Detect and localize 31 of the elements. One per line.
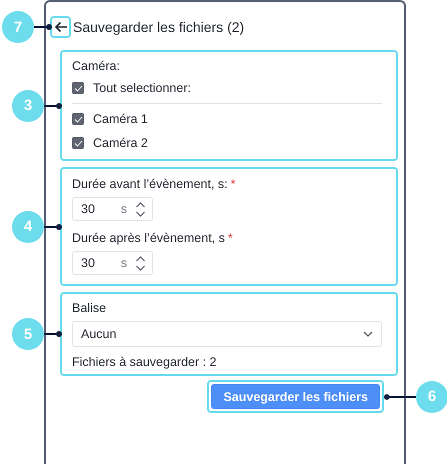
dialog-title: Sauvegarder les fichiers (2) (73, 19, 244, 35)
callout-badge: 3 (12, 90, 44, 122)
leader-line (44, 102, 62, 108)
leader-line (44, 224, 62, 230)
leader-line (34, 24, 52, 30)
checkbox-label: Caméra 2 (93, 135, 148, 151)
chevron-down-icon (363, 331, 373, 337)
section-label: Caméra: (72, 58, 121, 74)
unit-label: s (120, 256, 127, 270)
checkbox-label: Tout selectionner: (93, 80, 191, 96)
callout-badge: 6 (416, 380, 447, 412)
field-label: Durée avant l’évènement, s: * (72, 176, 237, 192)
callout-badge: 4 (12, 210, 44, 242)
files-count-text: Fichiers à sauvegarder : 2 (72, 354, 218, 370)
number-field[interactable]: 30 s (72, 251, 153, 275)
unit-label: s (120, 202, 127, 216)
leader-line (384, 394, 416, 400)
leader-line (44, 331, 62, 337)
callout-badge: 7 (2, 11, 34, 43)
checkbox-label: Caméra 1 (93, 111, 148, 127)
dropdown-field[interactable]: Aucun (72, 321, 382, 347)
field-label: Balise (72, 300, 108, 316)
checkbox[interactable] (72, 113, 84, 125)
number-field[interactable]: 30 s (72, 197, 153, 221)
field-label: Durée après l’évènement, s * (72, 230, 234, 246)
checkbox[interactable] (72, 137, 84, 149)
back-arrow-icon (54, 21, 68, 33)
stepper-chevrons-icon[interactable] (135, 200, 146, 218)
stepper-chevrons-icon[interactable] (135, 254, 146, 272)
callout-badge: 5 (12, 318, 44, 350)
checkbox[interactable] (72, 82, 84, 94)
